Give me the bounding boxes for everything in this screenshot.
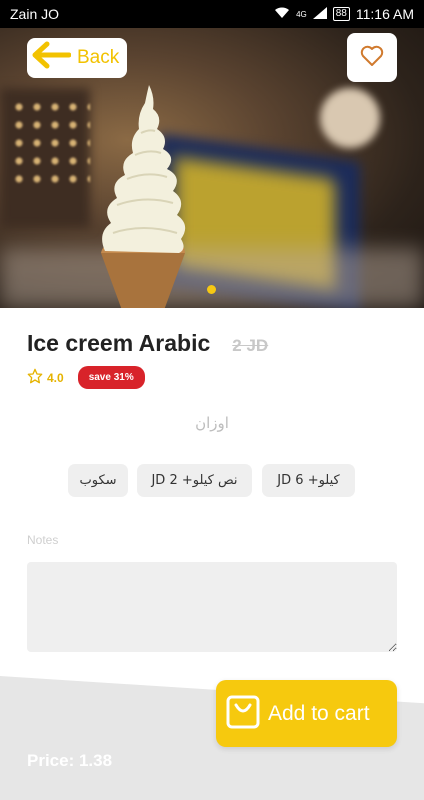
ice-cream-cone-image bbox=[101, 85, 186, 308]
star-icon bbox=[27, 368, 43, 387]
carrier-name: Zain JO bbox=[10, 6, 60, 22]
option-half-kilo[interactable]: نص كيلو+ 2 JD bbox=[137, 464, 252, 497]
signal-icon bbox=[312, 6, 327, 22]
network-type: 4G bbox=[296, 9, 307, 19]
back-button[interactable]: Back bbox=[27, 38, 127, 78]
option-scoop[interactable]: سكوب bbox=[68, 464, 128, 497]
rating-row: 4.0 save 31% bbox=[27, 366, 145, 389]
option-label: كيلو+ 6 JD bbox=[277, 473, 340, 488]
notes-label: Notes bbox=[27, 533, 59, 547]
option-label: نص كيلو+ 2 JD bbox=[151, 473, 238, 488]
notes-input[interactable] bbox=[27, 562, 397, 652]
back-label: Back bbox=[77, 47, 120, 68]
shopping-bag-icon bbox=[226, 693, 260, 735]
option-kilo[interactable]: كيلو+ 6 JD bbox=[262, 464, 355, 497]
save-badge: save 31% bbox=[77, 366, 145, 389]
carousel-dot-active[interactable] bbox=[207, 285, 216, 294]
wifi-icon bbox=[274, 6, 290, 22]
rating-value: 4.0 bbox=[47, 370, 64, 385]
status-icons: 4G 88 11:16 AM bbox=[274, 6, 414, 22]
favorite-button[interactable] bbox=[347, 33, 397, 82]
status-bar: Zain JO 4G 88 11:16 AM bbox=[0, 0, 424, 28]
product-title: Ice creem Arabic bbox=[27, 330, 211, 356]
add-to-cart-label: Add to cart bbox=[268, 701, 370, 725]
total-price: Price: 1.38 bbox=[27, 751, 113, 770]
option-label: سكوب bbox=[79, 473, 117, 488]
rating: 4.0 bbox=[27, 368, 64, 387]
add-to-cart-button[interactable]: Add to cart bbox=[216, 680, 397, 747]
heart-icon bbox=[360, 45, 384, 71]
weights-label: اوزان bbox=[195, 414, 229, 432]
battery-indicator: 88 bbox=[332, 7, 350, 21]
clock: 11:16 AM bbox=[355, 6, 414, 22]
arrow-left-icon bbox=[31, 40, 72, 76]
old-price: 2 JD bbox=[232, 336, 269, 355]
product-header: Ice creem Arabic 2 JD bbox=[27, 330, 407, 357]
